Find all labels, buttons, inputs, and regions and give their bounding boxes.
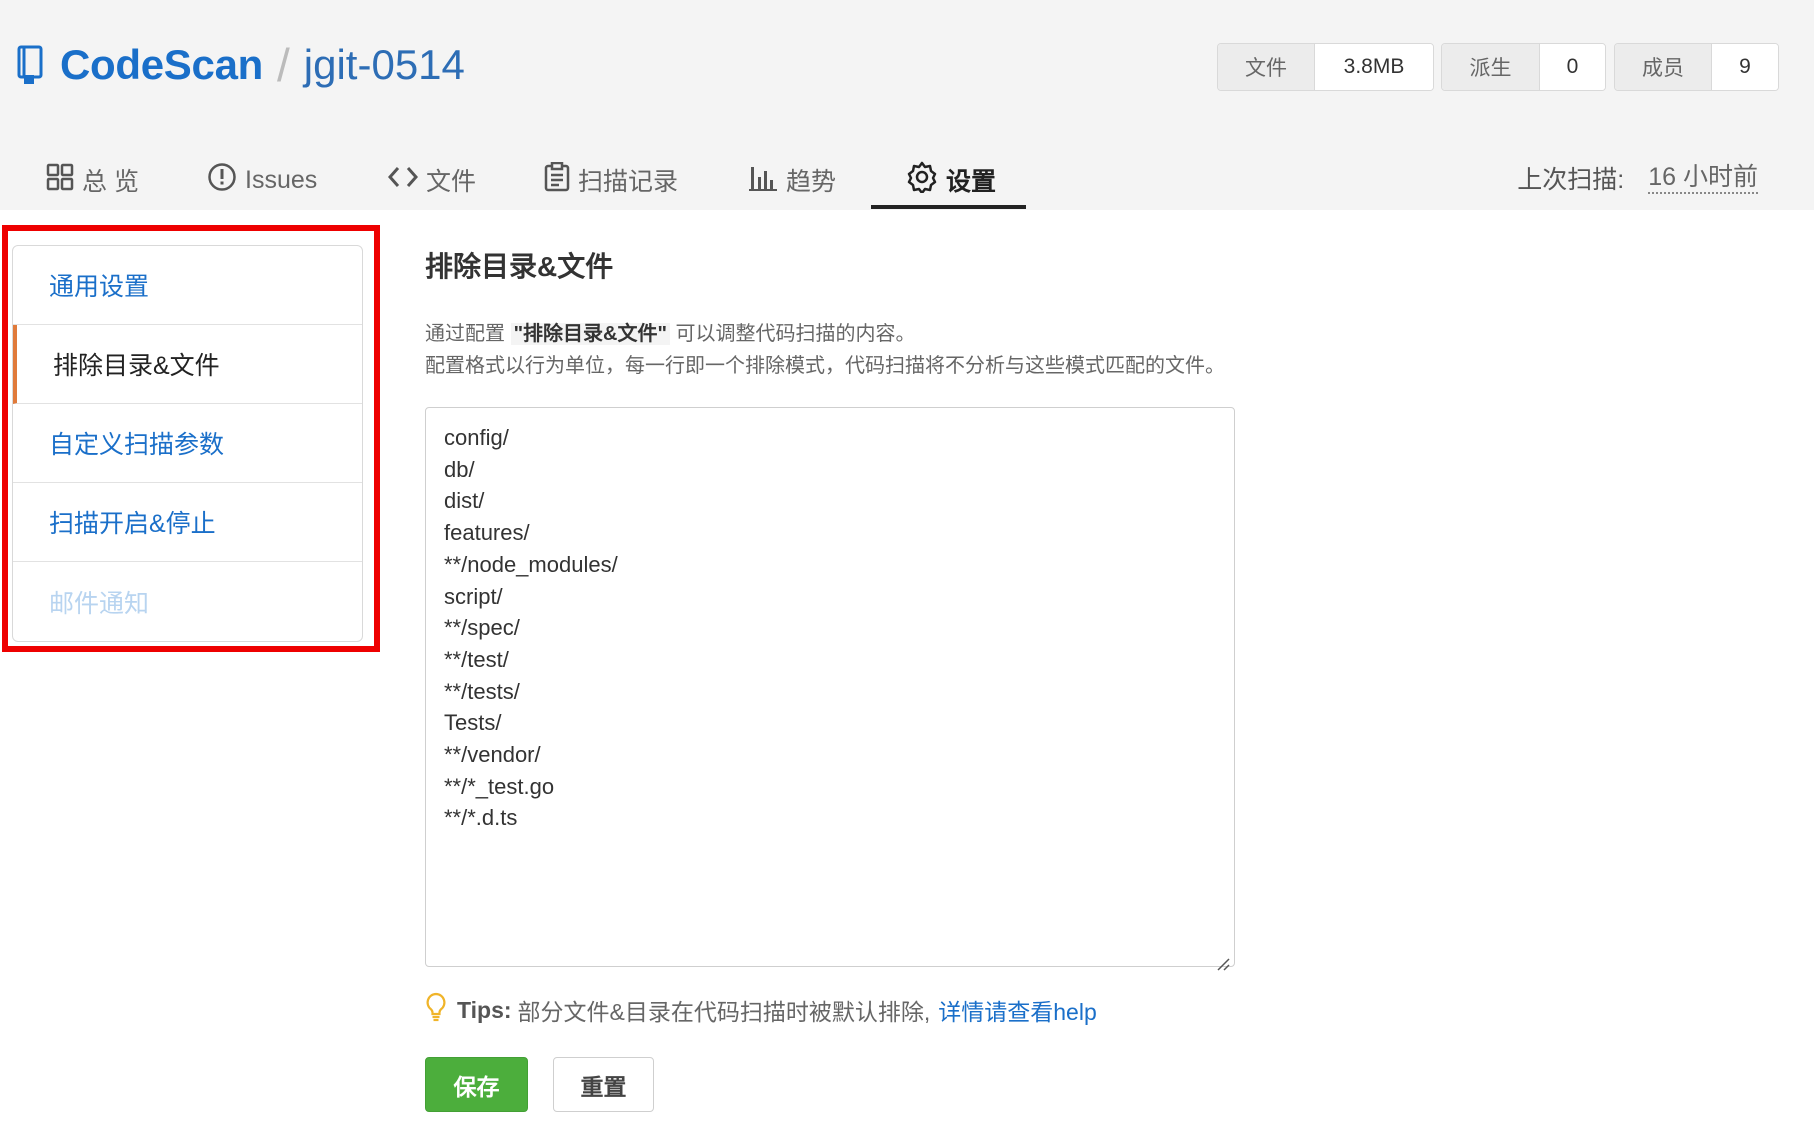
pattern-line: **/vendor/: [444, 742, 541, 768]
desc-bold: "排除目录&文件": [510, 323, 670, 345]
stat-files[interactable]: 文件 3.8MB: [1217, 43, 1434, 91]
desc-prefix: 通过配置: [425, 323, 511, 345]
tab-files-label: 文件: [426, 168, 477, 196]
tab-settings-label: 设置: [946, 168, 997, 196]
tab-settings[interactable]: 设置: [906, 150, 996, 210]
stat-members[interactable]: 成员 9: [1614, 43, 1779, 91]
tips-label: Tips:: [457, 996, 512, 1023]
grid-icon: [46, 163, 82, 198]
repo-title: CodeScan / jgit-0514: [16, 39, 465, 91]
last-scan-value[interactable]: 16 小时前: [1648, 162, 1758, 194]
last-scan: 上次扫描: 16 小时前: [1517, 160, 1758, 196]
pattern-line: dist/: [444, 488, 485, 514]
pattern-line: config/: [444, 425, 509, 450]
stat-members-value: 9: [1712, 44, 1778, 90]
tab-scan-history[interactable]: 扫描记录: [544, 150, 678, 210]
repo-owner-link[interactable]: CodeScan: [60, 41, 263, 89]
stat-files-label: 文件: [1218, 44, 1315, 90]
tab-overview-label: 总 览: [82, 168, 139, 196]
pattern-line: **/*_test.go: [444, 773, 555, 799]
clipboard-icon: [544, 161, 578, 199]
bar-chart-icon: [748, 163, 786, 198]
tips: Tips: 部分文件&目录在代码扫描时被默认排除, 详情请查看help: [425, 992, 1097, 1028]
pattern-line: script/: [444, 583, 503, 609]
pattern-line: db/: [444, 456, 475, 482]
settings-sidebar: 通用设置 排除目录&文件 自定义扫描参数 扫描开启&停止 邮件通知: [12, 245, 363, 642]
stat-files-value: 3.8MB: [1315, 44, 1433, 90]
stat-forks-label: 派生: [1442, 44, 1540, 90]
code-icon: [387, 165, 426, 196]
desc-suffix: 可以调整代码扫描的内容。: [669, 323, 916, 345]
tab-trends[interactable]: 趋势: [748, 150, 836, 210]
resize-handle-icon[interactable]: [1216, 948, 1230, 971]
repo-name-link[interactable]: jgit-0514: [304, 41, 465, 89]
tab-issues-label: Issues: [245, 165, 318, 194]
sidebar-item-scan-toggle[interactable]: 扫描开启&停止: [13, 483, 362, 562]
pattern-line: **/tests/: [444, 678, 520, 704]
reset-button[interactable]: 重置: [553, 1057, 654, 1112]
alert-circle-icon: [207, 162, 245, 199]
stat-forks[interactable]: 派生 0: [1441, 43, 1606, 91]
pattern-line: **/*.d.ts: [444, 805, 518, 831]
pattern-line: **/node_modules/: [444, 551, 618, 577]
gear-icon: [906, 161, 946, 200]
description: 通过配置 "排除目录&文件" 可以调整代码扫描的内容。 配置格式以行为单位，每一…: [425, 318, 1225, 382]
lightbulb-icon: [425, 992, 447, 1028]
tab-scan-history-label: 扫描记录: [578, 168, 679, 196]
sidebar-item-email-notify: 邮件通知: [49, 589, 150, 618]
pattern-line: Tests/: [444, 710, 502, 736]
tab-trends-label: 趋势: [786, 168, 837, 196]
last-scan-label: 上次扫描:: [1517, 166, 1625, 194]
help-link[interactable]: 详情请查看help: [938, 993, 1096, 1027]
stat-forks-value: 0: [1540, 44, 1605, 90]
repo-separator: /: [277, 39, 290, 91]
save-button[interactable]: 保存: [425, 1057, 528, 1112]
stat-members-label: 成员: [1615, 44, 1712, 90]
tips-text: 部分文件&目录在代码扫描时被默认排除,: [517, 999, 931, 1025]
pattern-line: **/test/: [444, 646, 509, 672]
pattern-lines: config/db/dist/features/ **/node_modules/…: [444, 422, 1216, 834]
pattern-line: features/: [444, 520, 530, 546]
page-title: 排除目录&文件: [425, 251, 614, 282]
tab-files[interactable]: 文件: [387, 150, 477, 210]
pattern-line: **/spec/: [444, 615, 520, 641]
description-line-2: 配置格式以行为单位，每一行即一个排除模式，代码扫描将不分析与这些模式匹配的文件。: [425, 355, 1225, 377]
active-tab-indicator: [871, 205, 1026, 209]
description-line-1: 通过配置 "排除目录&文件" 可以调整代码扫描的内容。: [425, 318, 1225, 350]
tab-issues[interactable]: Issues: [207, 150, 317, 210]
exclude-patterns-textarea[interactable]: config/db/dist/features/ **/node_modules/…: [425, 407, 1235, 971]
sidebar-item-general[interactable]: 通用设置: [13, 246, 362, 325]
repo-book-icon: [16, 45, 46, 85]
tab-overview[interactable]: 总 览: [46, 150, 139, 210]
content-header: 排除目录&文件: [425, 245, 613, 285]
sidebar-item-exclude-paths[interactable]: 排除目录&文件: [13, 325, 362, 404]
sidebar-item-custom-scan-params[interactable]: 自定义扫描参数: [13, 404, 362, 483]
